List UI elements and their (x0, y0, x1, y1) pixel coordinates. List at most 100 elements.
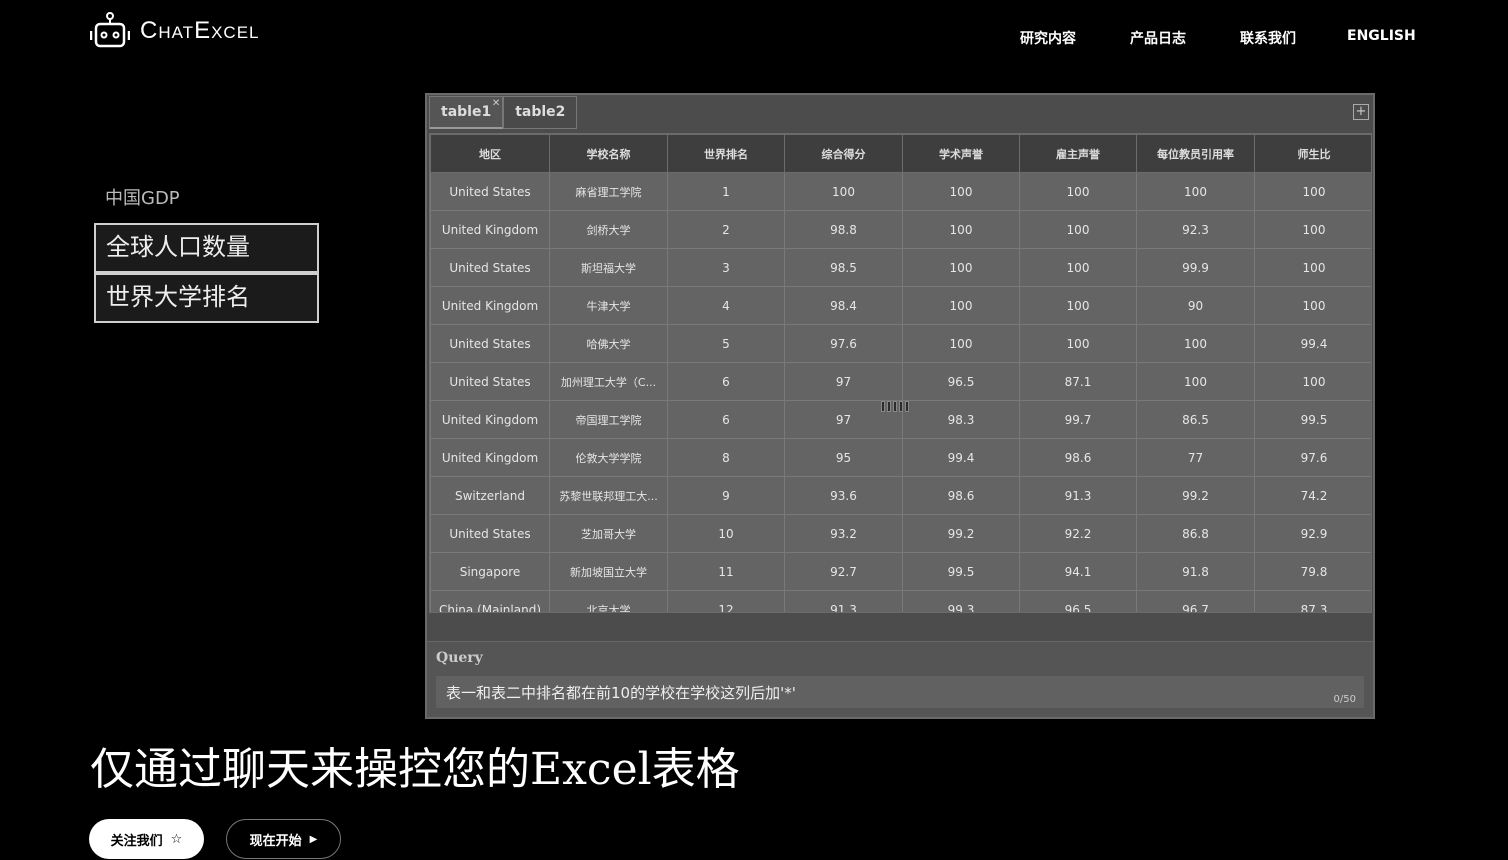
table-cell[interactable]: United Kingdom (430, 286, 550, 325)
tab-table1[interactable]: table1 ✕ (429, 96, 504, 129)
table-cell[interactable]: 86.5 (1136, 400, 1255, 439)
table-cell[interactable]: 1 (667, 172, 785, 211)
table-cell[interactable]: 99.4 (902, 438, 1020, 477)
column-header[interactable]: 综合得分 (784, 134, 903, 173)
column-header[interactable]: 雇主声誉 (1019, 134, 1137, 173)
table-cell[interactable]: 97.6 (784, 324, 903, 363)
table-cell[interactable]: 99.3 (902, 590, 1020, 612)
table-cell[interactable]: 98.8 (784, 210, 903, 249)
column-header[interactable]: 地区 (430, 134, 550, 173)
table-cell[interactable]: 12 (667, 590, 785, 612)
table-cell[interactable]: 98.5 (784, 248, 903, 287)
table-cell[interactable]: 90 (1136, 286, 1255, 325)
column-header[interactable]: 学术声誉 (902, 134, 1020, 173)
table-cell[interactable]: 加州理工大学（C... (549, 362, 668, 401)
table-cell[interactable]: 74.2 (1254, 476, 1371, 515)
column-header[interactable]: 学校名称 (549, 134, 668, 173)
table-cell[interactable]: 77 (1136, 438, 1255, 477)
table-cell[interactable]: 92.3 (1136, 210, 1255, 249)
nav-contact[interactable]: 联系我们 (1240, 28, 1296, 48)
table-cell[interactable]: 2 (667, 210, 785, 249)
table-row[interactable]: Singapore 新加坡国立大学 11 92.7 99.5 94.1 91.8 79.8 (430, 552, 1371, 591)
table-cell[interactable]: 93.2 (784, 514, 903, 553)
table-cell[interactable]: 91.3 (1019, 476, 1137, 515)
table-cell[interactable]: 98.3 (902, 400, 1020, 439)
table-row[interactable]: United Kingdom 牛津大学 4 98.4 100 100 90 100 (430, 286, 1371, 325)
data-table-viewport[interactable]: 地区 学校名称 世界排名 综合得分 学术声誉 雇主声誉 每位教员引用率 师生比 … (429, 133, 1372, 613)
table-cell[interactable]: 100 (1019, 248, 1137, 287)
get-started-button[interactable]: 现在开始 ▶ (226, 819, 341, 859)
table-cell[interactable]: 87.1 (1019, 362, 1137, 401)
table-cell[interactable]: 4 (667, 286, 785, 325)
table-cell[interactable]: 100 (1254, 286, 1371, 325)
table-cell[interactable]: United States (430, 248, 550, 287)
table-row[interactable]: United Kingdom 剑桥大学 2 98.8 100 100 92.3 100 (430, 210, 1371, 249)
table-cell[interactable]: 100 (1019, 286, 1137, 325)
table-cell[interactable]: 100 (1254, 248, 1371, 287)
table-cell[interactable]: 99.2 (902, 514, 1020, 553)
table-cell[interactable]: 6 (667, 362, 785, 401)
table-cell[interactable]: United Kingdom (430, 210, 550, 249)
table-row[interactable]: United Kingdom 伦敦大学学院 8 95 99.4 98.6 77 97.6 (430, 438, 1371, 477)
table-row[interactable]: United States 斯坦福大学 3 98.5 100 100 99.9 100 (430, 248, 1371, 287)
table-cell[interactable]: 87.3 (1254, 590, 1371, 612)
table-cell[interactable]: 99.7 (1019, 400, 1137, 439)
query-input[interactable] (436, 676, 1364, 708)
table-cell[interactable]: 94.1 (1019, 552, 1137, 591)
column-header[interactable]: 每位教员引用率 (1136, 134, 1255, 173)
nav-english[interactable]: ENGLISH (1347, 28, 1416, 44)
table-row[interactable]: Switzerland 苏黎世联邦理工大... 9 93.6 98.6 91.3 99.2 7… (430, 476, 1371, 515)
table-cell[interactable]: United Kingdom (430, 400, 550, 439)
table-cell[interactable]: 99.2 (1136, 476, 1255, 515)
tab-table2[interactable]: table2 (503, 96, 578, 129)
table-cell[interactable]: 新加坡国立大学 (549, 552, 668, 591)
table-cell[interactable]: 92.2 (1019, 514, 1137, 553)
table-cell[interactable]: 剑桥大学 (549, 210, 668, 249)
table-cell[interactable]: 9 (667, 476, 785, 515)
table-cell[interactable]: 100 (1019, 172, 1137, 211)
table-cell[interactable]: 93.6 (784, 476, 903, 515)
table-cell[interactable]: 100 (902, 286, 1020, 325)
table-row[interactable]: United States 麻省理工学院 1 100 100 100 100 100 (430, 172, 1371, 211)
table-cell[interactable]: 5 (667, 324, 785, 363)
table-cell[interactable]: 苏黎世联邦理工大... (549, 476, 668, 515)
table-cell[interactable]: 100 (784, 172, 903, 211)
dataset-option-university-ranking[interactable]: 世界大学排名 (94, 273, 319, 323)
table-cell[interactable]: 96.5 (1019, 590, 1137, 612)
table-cell[interactable]: 100 (1136, 362, 1255, 401)
table-cell[interactable]: 100 (902, 172, 1020, 211)
follow-button[interactable]: 关注我们 ☆ (89, 819, 204, 859)
table-cell[interactable]: 北京大学 (549, 590, 668, 612)
table-cell[interactable]: 11 (667, 552, 785, 591)
table-cell[interactable]: 79.8 (1254, 552, 1371, 591)
table-cell[interactable]: 8 (667, 438, 785, 477)
table-cell[interactable]: United Kingdom (430, 438, 550, 477)
table-cell[interactable]: 帝国理工学院 (549, 400, 668, 439)
table-cell[interactable]: 95 (784, 438, 903, 477)
table-cell[interactable]: 牛津大学 (549, 286, 668, 325)
table-cell[interactable]: 100 (1254, 362, 1371, 401)
table-cell[interactable]: 伦敦大学学院 (549, 438, 668, 477)
column-header[interactable]: 师生比 (1254, 134, 1371, 173)
table-cell[interactable]: 6 (667, 400, 785, 439)
table-cell[interactable]: 97 (784, 362, 903, 401)
table-row[interactable]: China (Mainland) 北京大学 12 91.3 99.3 96.5 96.7 87… (430, 590, 1371, 612)
table-cell[interactable]: 99.9 (1136, 248, 1255, 287)
table-cell[interactable]: 96.7 (1136, 590, 1255, 612)
table-cell[interactable]: 96.5 (902, 362, 1020, 401)
table-cell[interactable]: 86.8 (1136, 514, 1255, 553)
table-cell[interactable]: 99.5 (902, 552, 1020, 591)
nav-changelog[interactable]: 产品日志 (1130, 28, 1186, 48)
table-cell[interactable]: United States (430, 514, 550, 553)
table-cell[interactable]: 100 (1019, 324, 1137, 363)
table-cell[interactable]: Singapore (430, 552, 550, 591)
table-cell[interactable]: China (Mainland) (430, 590, 550, 612)
table-cell[interactable]: 100 (902, 248, 1020, 287)
table-cell[interactable]: United States (430, 324, 550, 363)
table-cell[interactable]: Switzerland (430, 476, 550, 515)
table-cell[interactable]: 99.5 (1254, 400, 1371, 439)
table-cell[interactable]: 100 (902, 324, 1020, 363)
table-cell[interactable]: United States (430, 172, 550, 211)
table-row[interactable]: United States 加州理工大学（C... 6 97 96.5 87.1 100 10… (430, 362, 1371, 401)
table-cell[interactable]: 100 (1136, 324, 1255, 363)
